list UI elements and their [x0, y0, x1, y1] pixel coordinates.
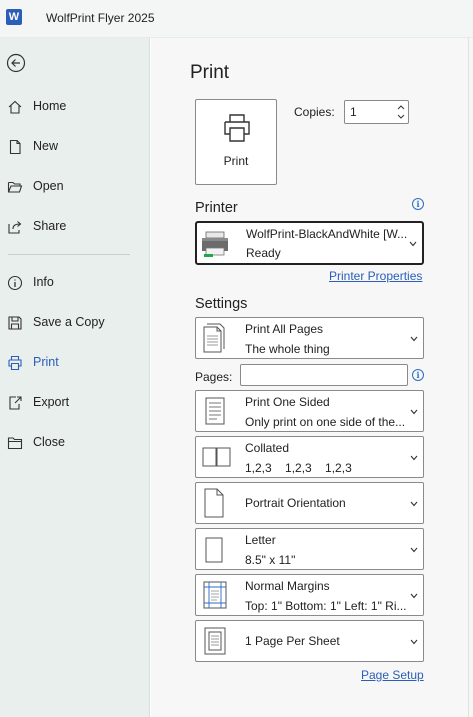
sidebar-item-label: Save a Copy — [33, 315, 105, 329]
share-icon — [8, 221, 22, 234]
printer-name: WolfPrint-BlackAndWhite [W... — [246, 227, 408, 241]
info-icon — [7, 275, 23, 291]
collation-title: Collated — [245, 441, 290, 455]
sidebar-divider — [8, 254, 130, 255]
sidebar-item-info[interactable]: Info — [0, 268, 150, 298]
print-button-label: Print — [223, 154, 249, 168]
chevron-down-icon — [409, 241, 417, 247]
margins-select[interactable]: Normal Margins Top: 1" Bottom: 1" Left: … — [195, 574, 424, 616]
paper-size-select[interactable]: Letter 8.5" x 11" — [195, 528, 424, 570]
word-app-icon: W — [6, 9, 22, 25]
chevron-down-icon — [410, 336, 418, 342]
print-range-subtitle: The whole thing — [245, 342, 330, 356]
copies-stepper[interactable]: 1 — [344, 100, 409, 124]
copies-label: Copies: — [294, 105, 335, 119]
home-icon — [8, 100, 22, 114]
chevron-down-icon — [410, 455, 418, 461]
printer-device-icon — [202, 231, 228, 257]
window-title: WolfPrint Flyer 2025 — [46, 11, 155, 25]
sides-subtitle: Only print on one side of the... — [245, 415, 406, 429]
sidebar-item-home[interactable]: Home — [0, 92, 150, 122]
sidebar-item-save-a-copy[interactable]: Save a Copy — [0, 308, 150, 338]
printer-icon — [8, 355, 22, 371]
info-icon[interactable]: i — [412, 369, 424, 381]
save-copy-icon — [8, 316, 22, 330]
paper-size-title: Letter — [245, 533, 276, 547]
backstage-sidebar: Home New Open Share Info Save a Copy Pri… — [0, 38, 150, 717]
pages-stack-icon — [203, 323, 225, 353]
chevron-down-icon — [410, 409, 418, 415]
sidebar-item-print[interactable]: Print — [0, 348, 150, 378]
pages-per-sheet-title: 1 Page Per Sheet — [245, 634, 340, 648]
close-folder-icon — [7, 437, 23, 450]
sidebar-item-label: New — [33, 139, 59, 153]
sides-select[interactable]: Print One Sided Only print on one side o… — [195, 390, 424, 432]
sidebar-item-label: Close — [33, 435, 65, 449]
margins-subtitle: Top: 1" Bottom: 1" Left: 1" Ri... — [245, 599, 407, 613]
print-pane: Print Print Copies: 1 Printer i WolfPrin… — [151, 38, 473, 717]
print-range-select[interactable]: Print All Pages The whole thing — [195, 317, 424, 359]
margins-icon — [203, 581, 227, 609]
chevron-down-icon — [410, 593, 418, 599]
new-document-icon — [9, 139, 21, 155]
back-arrow-icon[interactable] — [6, 53, 26, 73]
pages-per-sheet-select[interactable]: 1 Page Per Sheet — [195, 620, 424, 662]
orientation-select[interactable]: Portrait Orientation — [195, 482, 424, 524]
printer-icon — [224, 114, 250, 142]
settings-heading: Settings — [195, 296, 248, 312]
sidebar-item-label: Share — [33, 219, 67, 233]
sidebar-item-label: Home — [33, 99, 67, 113]
sidebar-item-label: Export — [33, 395, 70, 409]
page-title: Print — [190, 62, 230, 83]
sidebar-item-label: Print — [33, 355, 59, 369]
sidebar-item-label: Open — [33, 179, 64, 193]
print-button[interactable]: Print — [195, 99, 277, 185]
letter-page-icon — [205, 537, 223, 563]
sidebar-item-open[interactable]: Open — [0, 172, 150, 202]
printer-properties-link[interactable]: Printer Properties — [329, 269, 422, 283]
export-icon — [9, 396, 22, 410]
one-page-per-sheet-icon — [204, 627, 226, 655]
sidebar-item-new[interactable]: New — [0, 132, 150, 162]
one-sided-page-icon — [205, 397, 225, 425]
printer-status: Ready — [246, 246, 281, 260]
page-setup-link[interactable]: Page Setup — [361, 668, 424, 682]
sidebar-item-share[interactable]: Share — [0, 212, 150, 242]
sides-title: Print One Sided — [245, 395, 330, 409]
collation-select[interactable]: Collated 1,2,3 1,2,3 1,2,3 — [195, 436, 424, 478]
info-icon[interactable]: i — [412, 198, 424, 210]
orientation-title: Portrait Orientation — [245, 496, 346, 510]
chevron-down-icon — [410, 547, 418, 553]
sidebar-item-export[interactable]: Export — [0, 388, 150, 418]
print-range-title: Print All Pages — [245, 322, 324, 336]
collated-icon — [202, 447, 231, 467]
printer-select[interactable]: WolfPrint-BlackAndWhite [W... Ready — [195, 221, 424, 265]
spin-arrows-icon[interactable] — [397, 103, 405, 121]
pages-label: Pages: — [195, 370, 233, 384]
sidebar-item-label: Info — [33, 275, 54, 289]
paper-size-subtitle: 8.5" x 11" — [245, 553, 296, 567]
chevron-down-icon — [410, 501, 418, 507]
sidebar-item-close[interactable]: Close — [0, 428, 150, 458]
collation-subtitle: 1,2,3 1,2,3 1,2,3 — [245, 461, 352, 475]
open-folder-icon — [7, 181, 23, 193]
title-bar: W WolfPrint Flyer 2025 — [0, 0, 473, 38]
pages-input[interactable] — [240, 364, 408, 386]
chevron-down-icon — [410, 639, 418, 645]
portrait-page-icon — [204, 488, 224, 518]
printer-heading: Printer — [195, 200, 238, 216]
margins-title: Normal Margins — [245, 579, 330, 593]
pane-divider — [468, 38, 469, 717]
copies-value: 1 — [350, 105, 357, 119]
